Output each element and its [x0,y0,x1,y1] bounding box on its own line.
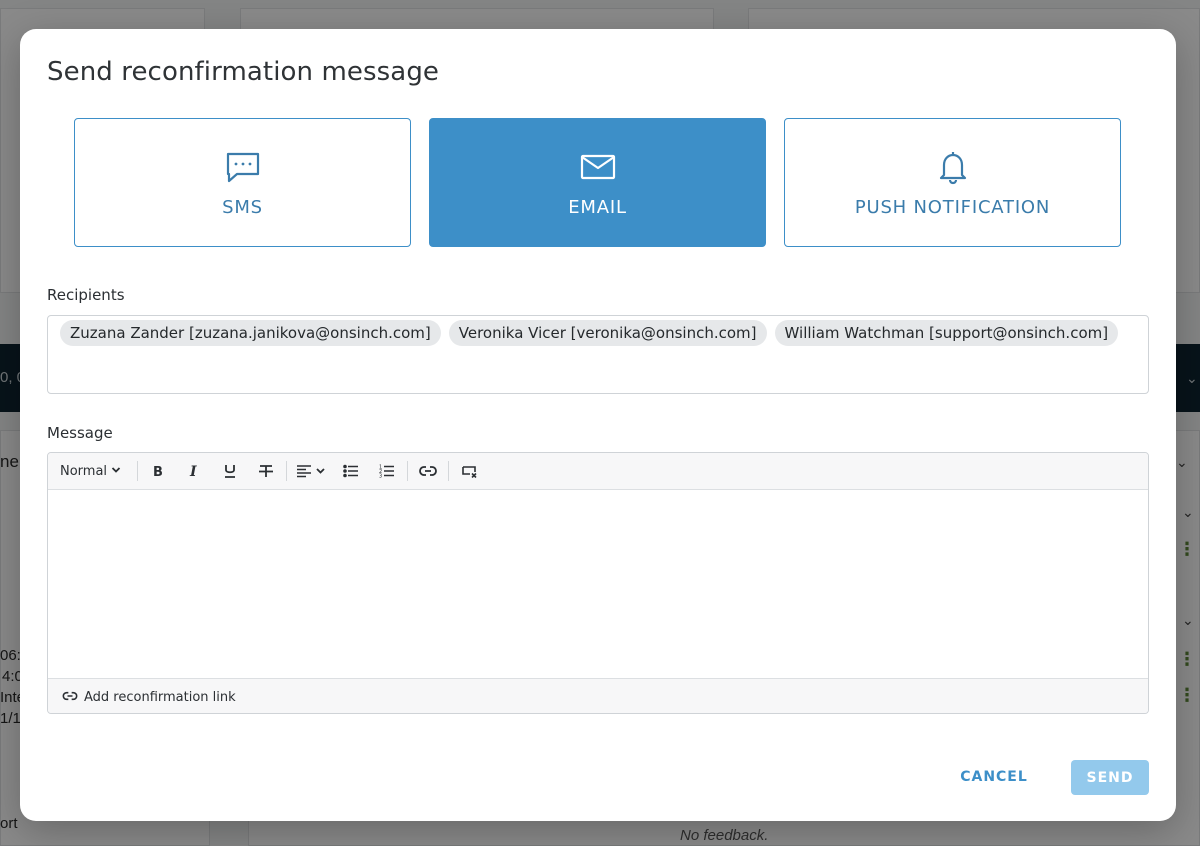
link-icon[interactable] [410,457,446,485]
editor-toolbar: Normal B I 1 2 3 [48,453,1148,490]
svg-text:B: B [153,465,163,478]
recipients-input[interactable]: Zuzana Zander [zuzana.janikova@onsinch.c… [47,315,1149,394]
toolbar-separator [286,461,288,481]
channel-push-button[interactable]: PUSH NOTIFICATION [784,118,1121,247]
send-button[interactable]: SEND [1071,760,1149,795]
chat-bubble-icon [225,149,261,185]
message-editor: Normal B I 1 2 3 Add reconfirmation link [47,452,1149,714]
align-icon[interactable] [289,457,333,485]
toolbar-separator [407,461,409,481]
link-icon [62,688,78,706]
add-reconfirmation-link-label: Add reconfirmation link [84,689,236,705]
clear-format-icon[interactable] [451,457,487,485]
recipient-chip[interactable]: Zuzana Zander [zuzana.janikova@onsinch.c… [60,320,441,346]
channel-email-label: EMAIL [568,197,627,218]
format-select-value: Normal [60,463,108,479]
format-select[interactable]: Normal [60,464,121,479]
add-reconfirmation-link-button[interactable]: Add reconfirmation link [48,678,1148,713]
message-label: Message [47,424,113,442]
envelope-icon [580,149,616,185]
recipients-label: Recipients [47,286,125,304]
ordered-list-icon[interactable]: 123 [369,457,405,485]
svg-text:I: I [189,464,197,478]
reconfirmation-dialog: Send reconfirmation message SMS EMAIL PU… [20,29,1176,821]
strikethrough-icon[interactable] [248,457,284,485]
channel-email-button[interactable]: EMAIL [429,118,766,247]
channel-push-label: PUSH NOTIFICATION [854,197,1051,218]
bell-icon [935,149,971,185]
recipient-chip[interactable]: Veronika Vicer [veronika@onsinch.com] [448,320,767,346]
underline-icon[interactable] [212,457,248,485]
svg-text:3: 3 [379,474,382,479]
recipient-chip[interactable]: William Watchman [support@onsinch.com] [774,320,1119,346]
message-textarea[interactable] [48,490,1148,678]
toolbar-separator [448,461,450,481]
bold-icon[interactable]: B [140,457,176,485]
toolbar-separator [137,461,139,481]
channel-sms-label: SMS [222,197,263,218]
cancel-button[interactable]: CANCEL [950,760,1038,794]
channel-sms-button[interactable]: SMS [74,118,411,247]
dialog-title: Send reconfirmation message [47,57,440,87]
chevron-down-icon [111,464,121,479]
bullet-list-icon[interactable] [333,457,369,485]
italic-icon[interactable]: I [176,457,212,485]
